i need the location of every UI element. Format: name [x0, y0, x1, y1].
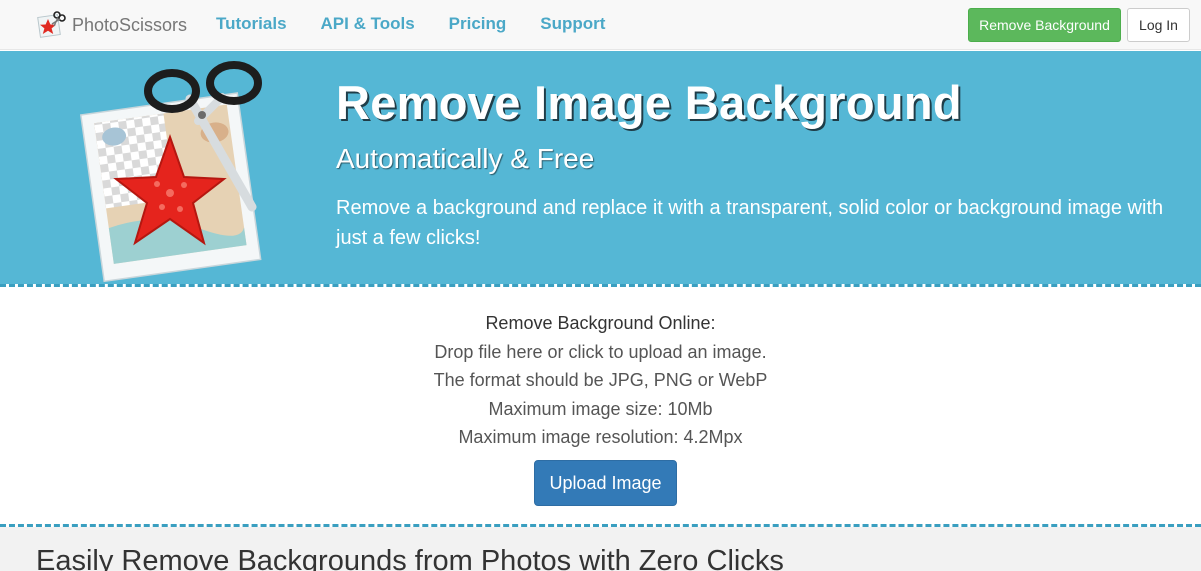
brand-link[interactable]: PhotoScissors	[36, 8, 187, 42]
hero-title: Remove Image Background	[336, 76, 962, 129]
nav-link-pricing[interactable]: Pricing	[449, 14, 507, 34]
hero-banner: Remove Image Background Automatically & …	[0, 51, 1201, 284]
upload-heading: Remove Background Online:	[485, 313, 716, 333]
login-button[interactable]: Log In	[1127, 8, 1190, 42]
features-heading: Easily Remove Backgrounds from Photos wi…	[36, 545, 784, 571]
upload-resolution-line: Maximum image resolution: 4.2Mpx	[458, 427, 743, 447]
upload-size-line: Maximum image size: 10Mb	[488, 398, 713, 419]
nav-link-support[interactable]: Support	[540, 14, 605, 34]
main-nav: Tutorials API & Tools Pricing Support	[216, 14, 639, 34]
nav-link-api-tools[interactable]: API & Tools	[321, 14, 415, 34]
scissors-starfish-hero-icon	[79, 61, 262, 283]
brand-name: PhotoScissors	[72, 14, 188, 35]
remove-background-button[interactable]: Remove Background	[968, 8, 1121, 42]
nav-link-tutorials[interactable]: Tutorials	[216, 14, 287, 34]
upload-instruction-line: Drop file here or click to upload an ima…	[434, 341, 767, 362]
upload-instructions: Remove Background Online: Drop file here…	[0, 309, 1201, 452]
hero-description: Remove a background and replace it with …	[336, 197, 1164, 249]
top-navbar: PhotoScissors Tutorials API & Tools Pric…	[0, 0, 1201, 50]
hero-subtitle: Automatically & Free	[336, 143, 595, 174]
upload-format-line: The format should be JPG, PNG or WebP	[433, 370, 768, 390]
photoscissors-logo-icon	[37, 11, 66, 38]
upload-image-button[interactable]: Upload Image	[534, 460, 677, 506]
features-section: Easily Remove Backgrounds from Photos wi…	[0, 527, 1201, 571]
upload-drop-zone[interactable]: Remove Background Online: Drop file here…	[0, 287, 1201, 524]
